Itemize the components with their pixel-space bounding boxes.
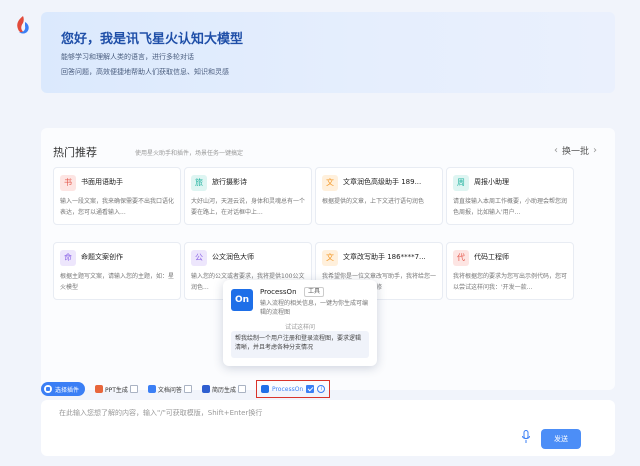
- card-badge-icon: 文: [322, 250, 338, 266]
- assistant-card[interactable]: 旅 旅行摄影诗 大好山河，天涯云说，身体和灵魂总有一个要在路上，在对话框中上..…: [184, 167, 312, 225]
- select-plugin-label: 选择插件: [55, 386, 80, 394]
- chat-input-placeholder[interactable]: 在此输入您想了解的内容，输入"/"可获取模版，Shift+Enter换行: [59, 408, 262, 418]
- card-desc: 输入一段文案，我来确保需要不出我口语化表达，您可以通看输入...: [60, 198, 175, 216]
- refresh-batch: ‹ 换一批 ›: [554, 144, 597, 157]
- plugin-label: 文档问答: [157, 386, 182, 394]
- plugin-doc-qa[interactable]: 文档问答: [147, 385, 192, 394]
- try-asking-label: 试试这样问: [284, 324, 315, 331]
- card-badge-icon: 代: [453, 250, 469, 266]
- card-badge-icon: 旅: [191, 175, 207, 191]
- assistant-card[interactable]: 代 代码工程师 我将根据您的要求为您写出示例代码，您可以尝试这样问我：'开发一款…: [446, 242, 574, 300]
- card-desc: 根据主题写文案，请输入您的主题，如：星火模型: [60, 273, 175, 291]
- card-desc: 大好山河，天涯云说，身体和灵魂总有一个要在路上，在对话框中上...: [191, 198, 306, 216]
- chevron-left-icon[interactable]: ‹: [554, 145, 558, 156]
- card-badge-icon: 书: [60, 175, 76, 191]
- card-title: 旅行摄影诗: [212, 178, 247, 186]
- section-subtitle: 使用星火助手和插件，场景任务一键搞定: [135, 150, 244, 157]
- processon-icon: [260, 385, 269, 393]
- plugin-name: ProcessOn: [260, 288, 297, 296]
- banner-title: 您好，我是讯飞星火认知大模型: [61, 32, 244, 47]
- info-icon[interactable]: i: [317, 385, 326, 393]
- card-badge-icon: 周: [453, 175, 469, 191]
- card-title: 文章改写助手 186****7...: [343, 253, 426, 261]
- microphone-icon[interactable]: [521, 430, 531, 444]
- card-title: 代码工程师: [474, 253, 509, 261]
- card-badge-icon: 命: [60, 250, 76, 266]
- card-title: 公文润色大师: [212, 253, 254, 261]
- card-desc: 我将根据您的要求为您写出示例代码，您可以尝试这样问我：'开发一款...: [453, 273, 568, 291]
- card-desc: 根据提供的文章，上下文进行语句润色: [322, 198, 425, 205]
- card-desc: 请直接输入本周工作概要，小助理会帮您润色周报，比如输入'用户...: [453, 198, 568, 216]
- assistant-card[interactable]: 书 书面用语助手 输入一段文案，我来确保需要不出我口语化表达，您可以通看输入..…: [53, 167, 181, 225]
- resume-icon: [201, 385, 210, 393]
- welcome-banner: 您好，我是讯飞星火认知大模型 能够学习和理解人类的语言，进行多轮对话 回答问题，…: [41, 12, 615, 93]
- plugin-label: PPT生成: [105, 386, 128, 394]
- plugin-resume[interactable]: 简历生成: [201, 385, 246, 394]
- banner-line-2: 回答问题，高效便捷地帮助人们获取信息、知识和灵感: [61, 68, 229, 76]
- plugin-toolbar: 选择插件 PPT生成 文档问答 简历生成 ProcessOn i: [41, 380, 331, 398]
- section-title: 热门推荐: [53, 146, 97, 159]
- plugin-label: 简历生成: [211, 386, 236, 394]
- card-title: 文章润色高级助手 189...: [343, 178, 422, 186]
- banner-line-1: 能够学习和理解人类的语言，进行多轮对话: [61, 53, 194, 61]
- ppt-icon: [95, 385, 104, 393]
- processon-logo-icon: On: [231, 289, 253, 311]
- next-batch-button[interactable]: 换一批: [562, 144, 589, 157]
- xinghuo-logo-icon: [17, 16, 29, 34]
- plugin-processon[interactable]: ProcessOn i: [255, 380, 331, 398]
- assistant-card[interactable]: 文 文章润色高级助手 189... 根据提供的文章，上下文进行语句润色: [315, 167, 443, 225]
- assistant-card[interactable]: 周 周报小助理 请直接输入本周工作概要，小助理会帮您润色周报，比如输入'用户..…: [446, 167, 574, 225]
- card-badge-icon: 公: [191, 250, 207, 266]
- plugin-icon: [44, 385, 52, 393]
- plugin-checkbox[interactable]: [237, 385, 246, 393]
- plugin-ppt[interactable]: PPT生成: [95, 385, 138, 394]
- plugin-checkbox[interactable]: [129, 385, 138, 393]
- plugin-checkbox[interactable]: [183, 385, 192, 393]
- processon-tooltip: On ProcessOn 工具 输入流程的相关信息，一键为你生成可编辑的流程图 …: [223, 280, 377, 366]
- assistant-card[interactable]: 命 命题文案创作 根据主题写文案，请输入您的主题，如：星火模型: [53, 242, 181, 300]
- plugin-checkbox-checked[interactable]: [306, 385, 315, 393]
- document-icon: [147, 385, 156, 393]
- plugin-label: ProcessOn: [271, 385, 304, 393]
- plugin-description: 输入流程的相关信息，一键为你生成可编辑的流程图: [260, 300, 369, 316]
- select-plugin-button[interactable]: 选择插件: [41, 382, 86, 396]
- card-title: 周报小助理: [474, 178, 509, 186]
- plugin-tag: 工具: [304, 287, 325, 297]
- card-title: 书面用语助手: [81, 178, 123, 186]
- example-prompt[interactable]: 帮我绘制一个用户注册和登录流程图，要求逻辑清晰，并且考虑各种分支情况: [231, 331, 369, 358]
- card-badge-icon: 文: [322, 175, 338, 191]
- send-button[interactable]: 发送: [541, 429, 581, 449]
- chevron-right-icon[interactable]: ›: [593, 145, 597, 156]
- chat-input-area[interactable]: 在此输入您想了解的内容，输入"/"可获取模版，Shift+Enter换行 发送: [41, 400, 615, 456]
- card-title: 命题文案创作: [81, 253, 123, 261]
